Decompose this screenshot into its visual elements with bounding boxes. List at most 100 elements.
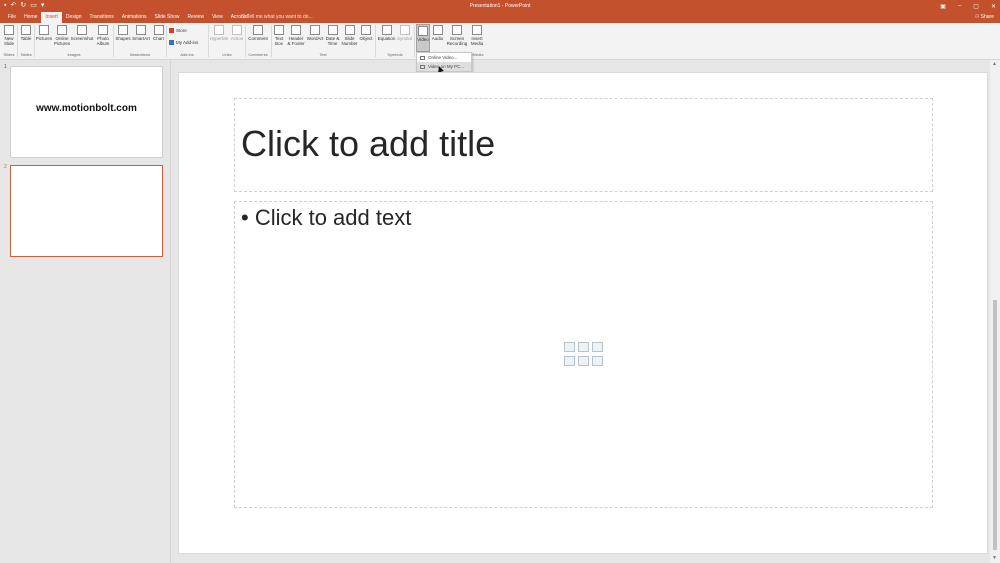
- scroll-down-icon[interactable]: ▼: [992, 555, 997, 561]
- smartart-icon: [136, 25, 146, 35]
- symbol-icon: [399, 25, 410, 35]
- online-pictures-label: Online Pictures: [53, 36, 71, 46]
- action-label: Action: [230, 36, 244, 41]
- minimize-button[interactable]: –: [958, 3, 961, 9]
- store-button[interactable]: Store: [169, 28, 187, 33]
- maximize-button[interactable]: ▢: [973, 3, 979, 10]
- screen-recording-icon: [452, 25, 462, 35]
- header-footer-button[interactable]: Header & Footer: [286, 24, 306, 52]
- screenshot-button[interactable]: Screenshot: [71, 24, 93, 52]
- equation-button[interactable]: Equation: [377, 24, 396, 52]
- online-video-label: Online Video...: [428, 55, 458, 60]
- date-time-icon: [327, 25, 338, 35]
- object-label: Object: [359, 36, 373, 41]
- share-label: Share: [980, 14, 994, 20]
- store-icon: [169, 28, 174, 33]
- object-button[interactable]: Object: [358, 24, 374, 52]
- insert-online-pictures-icon[interactable]: [578, 356, 589, 366]
- wordart-icon: [310, 25, 320, 35]
- tell-me-search[interactable]: 💡︎ Tell me what you want to do...: [242, 12, 313, 23]
- vertical-scrollbar[interactable]: ▲ ▼: [990, 60, 1000, 563]
- group-comments-label: Comments: [248, 52, 268, 57]
- audio-icon: [432, 25, 443, 35]
- group-separator: [414, 25, 415, 57]
- shapes-button[interactable]: Shapes: [115, 24, 131, 52]
- symbol-button[interactable]: Symbol: [396, 24, 413, 52]
- title-bar: ▪ ↶ ↻ ▭ ▾ Presentation1 - PowerPoint ▣ –…: [0, 0, 1000, 12]
- date-time-label: Date & Time: [325, 36, 340, 46]
- close-button[interactable]: ✕: [991, 3, 996, 10]
- slide-thumbnails-pane[interactable]: 1 www.motionbolt.com 2: [0, 60, 170, 563]
- slide-thumbnail-2[interactable]: [10, 165, 163, 257]
- pictures-label: Pictures: [35, 36, 53, 41]
- my-addins-label: My Add-ins: [176, 40, 199, 45]
- slide-number-button[interactable]: Slide Number: [341, 24, 358, 52]
- my-addins-icon: [169, 40, 174, 45]
- action-icon: [232, 25, 242, 35]
- tab-insert[interactable]: Insert: [41, 12, 62, 23]
- chart-button[interactable]: Chart: [152, 24, 165, 52]
- date-time-button[interactable]: Date & Time: [325, 24, 340, 52]
- hyperlink-button[interactable]: Hyperlink: [210, 24, 228, 52]
- text-box-icon: [274, 25, 284, 35]
- menu-item-online-video[interactable]: Online Video...: [417, 53, 471, 62]
- insert-pictures-icon[interactable]: [564, 356, 575, 366]
- ribbon-insert: New Slide Slides Table Tables Pictures O…: [0, 23, 1000, 60]
- photo-album-icon: [98, 25, 108, 35]
- tab-home[interactable]: Home: [20, 12, 41, 23]
- tab-file[interactable]: File: [4, 12, 20, 23]
- insert-video-icon[interactable]: [592, 356, 603, 366]
- wordart-button[interactable]: WordArt: [306, 24, 324, 52]
- comment-button[interactable]: Comment: [247, 24, 269, 52]
- photo-album-label: Photo Album: [96, 36, 110, 46]
- online-pictures-button[interactable]: Online Pictures: [54, 24, 70, 52]
- photo-album-button[interactable]: Photo Album: [94, 24, 112, 52]
- my-addins-button[interactable]: My Add-ins: [169, 40, 198, 45]
- chart-icon: [153, 25, 164, 35]
- insert-media-icon: [472, 25, 482, 35]
- video-dropdown-menu: Online Video... Video on My PC...: [416, 52, 472, 72]
- insert-table-icon[interactable]: [564, 342, 575, 352]
- group-addins-label: Add-ins: [180, 52, 194, 57]
- tab-design[interactable]: Design: [62, 12, 86, 23]
- ribbon-tabs: File Home Insert Design Transitions Anim…: [0, 12, 1000, 23]
- tab-slide-show[interactable]: Slide Show: [151, 12, 184, 23]
- text-box-label: Text Box: [274, 36, 284, 46]
- insert-chart-icon[interactable]: [578, 342, 589, 352]
- smartart-button[interactable]: SmartArt: [131, 24, 151, 52]
- audio-button[interactable]: Audio: [430, 24, 445, 52]
- group-illustrations-label: Illustrations: [129, 52, 151, 57]
- comment-icon: [253, 25, 263, 35]
- tab-transitions[interactable]: Transitions: [86, 12, 118, 23]
- screen-recording-button[interactable]: Screen Recording: [445, 24, 469, 52]
- table-button[interactable]: Table: [19, 24, 33, 52]
- video-label: Video: [417, 37, 429, 42]
- insert-smartart-icon[interactable]: [592, 342, 603, 352]
- window-title: Presentation1 - PowerPoint: [469, 3, 531, 9]
- scrollbar-thumb[interactable]: [993, 300, 997, 550]
- ribbon-options-icon[interactable]: ▣: [940, 3, 946, 10]
- title-placeholder[interactable]: Click to add title: [234, 98, 933, 192]
- header-footer-label: Header & Footer: [287, 36, 305, 46]
- pane-divider[interactable]: [170, 60, 171, 563]
- insert-media-button[interactable]: Insert Media: [469, 24, 485, 52]
- insert-content-icons: [563, 341, 605, 369]
- menu-item-video-on-my-pc[interactable]: Video on My PC...: [417, 62, 471, 71]
- wordart-label: WordArt: [306, 36, 324, 41]
- slide-thumbnail-1[interactable]: www.motionbolt.com: [10, 66, 163, 158]
- group-text-label: Text: [319, 52, 327, 57]
- new-slide-button[interactable]: New Slide: [2, 24, 16, 52]
- new-slide-label: New Slide: [3, 36, 14, 46]
- tab-review[interactable]: Review: [184, 12, 208, 23]
- scroll-up-icon[interactable]: ▲: [992, 61, 997, 67]
- video-button[interactable]: Video: [416, 24, 430, 52]
- tab-animations[interactable]: Animations: [118, 12, 151, 23]
- table-icon: [21, 25, 31, 35]
- share-button[interactable]: ⚇ Share: [975, 12, 994, 23]
- tab-view[interactable]: View: [208, 12, 227, 23]
- pictures-button[interactable]: Pictures: [36, 24, 52, 52]
- action-button[interactable]: Action: [230, 24, 244, 52]
- slide-canvas[interactable]: Click to add title • Click to add text: [178, 72, 988, 554]
- text-box-button[interactable]: Text Box: [273, 24, 285, 52]
- content-placeholder[interactable]: • Click to add text: [234, 201, 933, 508]
